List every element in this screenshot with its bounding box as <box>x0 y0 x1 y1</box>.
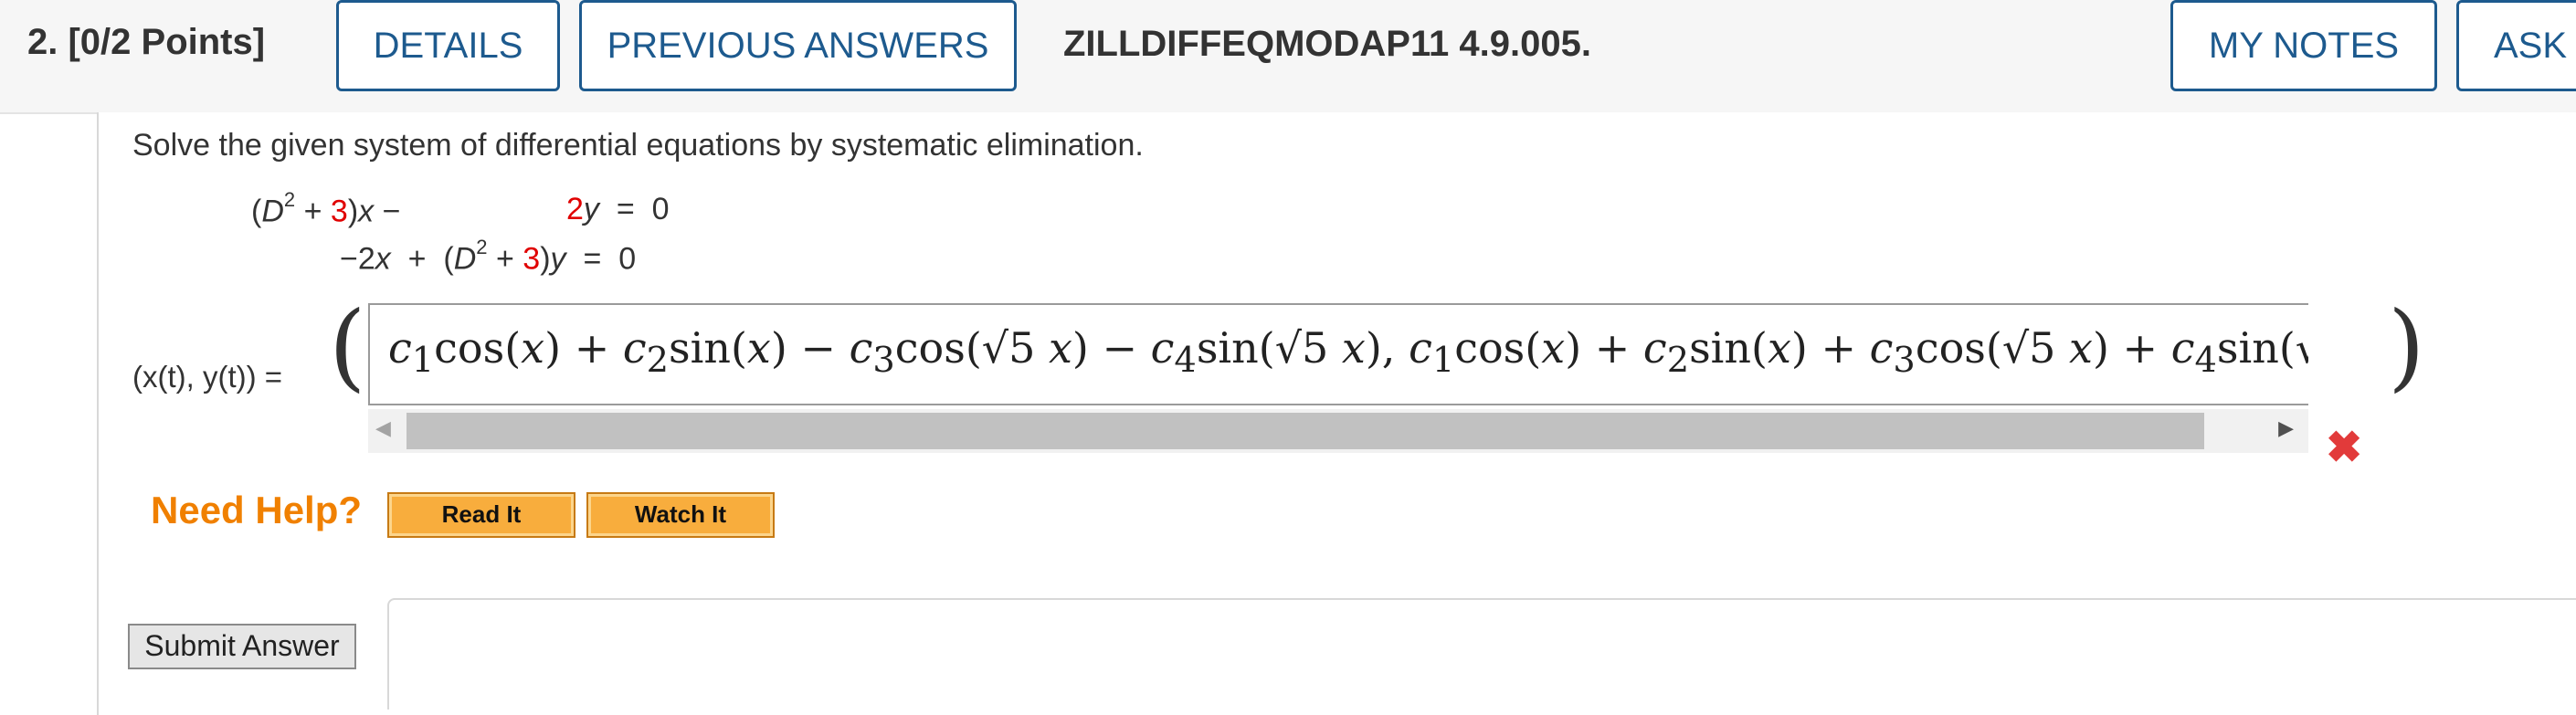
open-paren: ( <box>329 290 366 402</box>
watch-it-button[interactable]: Watch It <box>586 492 775 538</box>
scroll-thumb[interactable] <box>406 413 2204 449</box>
ask-teacher-button[interactable]: ASK YOUR TEACHER <box>2456 0 2576 91</box>
question-prompt: Solve the given system of differential e… <box>132 128 1144 163</box>
previous-answers-button[interactable]: PREVIOUS ANSWERS <box>579 0 1017 91</box>
submit-area <box>387 598 2576 710</box>
question-header: 2. [0/2 Points] DETAILS PREVIOUS ANSWERS… <box>0 0 2576 114</box>
answer-expression: c1cos(x) + c2sin(x) − c3cos(√5 x) − c4si… <box>388 323 2308 382</box>
my-notes-button[interactable]: MY NOTES <box>2170 0 2437 91</box>
question-points: 2. [0/2 Points] <box>27 22 265 63</box>
scroll-right-icon[interactable]: ▶ <box>2278 416 2294 440</box>
equation-1-right: 2y = 0 <box>566 192 670 226</box>
scroll-left-icon[interactable]: ◀ <box>375 416 391 440</box>
answer-label: (x(t), y(t)) = <box>132 360 283 394</box>
close-paren: ) <box>2388 290 2425 402</box>
question-id: ZILLDIFFEQMODAP11 4.9.005. <box>1063 24 1591 64</box>
x-mark-icon: ✖ <box>2326 424 2363 472</box>
equation-2: −2x + (D2 + 3)y = 0 <box>340 236 637 277</box>
details-button[interactable]: DETAILS <box>336 0 560 91</box>
need-help-label: Need Help? <box>151 489 363 531</box>
equation-1-left: (D2 + 3)x − <box>251 188 401 229</box>
answer-scrollbar[interactable]: ◀ ▶ <box>368 409 2308 453</box>
question-number: 2. <box>27 22 58 62</box>
read-it-button[interactable]: Read It <box>387 492 575 538</box>
answer-input[interactable]: c1cos(x) + c2sin(x) − c3cos(√5 x) − c4si… <box>368 303 2308 405</box>
submit-answer-button[interactable]: Submit Answer <box>128 624 356 669</box>
points-label: [0/2 Points] <box>68 22 266 62</box>
